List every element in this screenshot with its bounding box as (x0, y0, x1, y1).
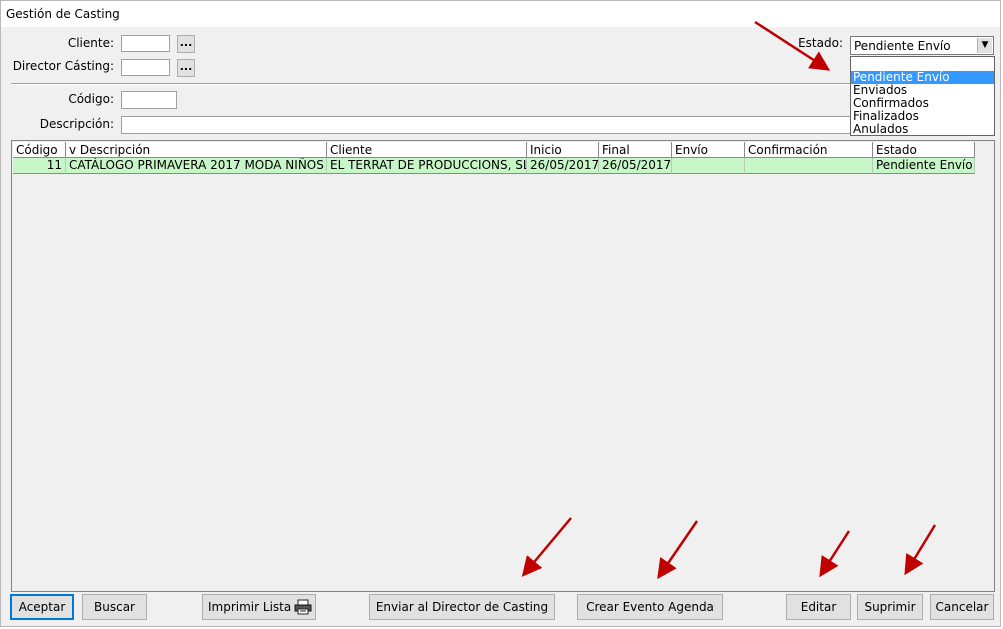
arrow-estado-icon (754, 20, 831, 71)
arrow-crear-icon (657, 520, 699, 580)
arrow-enviar-icon (521, 517, 572, 577)
arrow-suprimir-icon (904, 524, 937, 576)
arrow-editar-icon (819, 530, 851, 578)
annotation-arrows (521, 20, 937, 580)
